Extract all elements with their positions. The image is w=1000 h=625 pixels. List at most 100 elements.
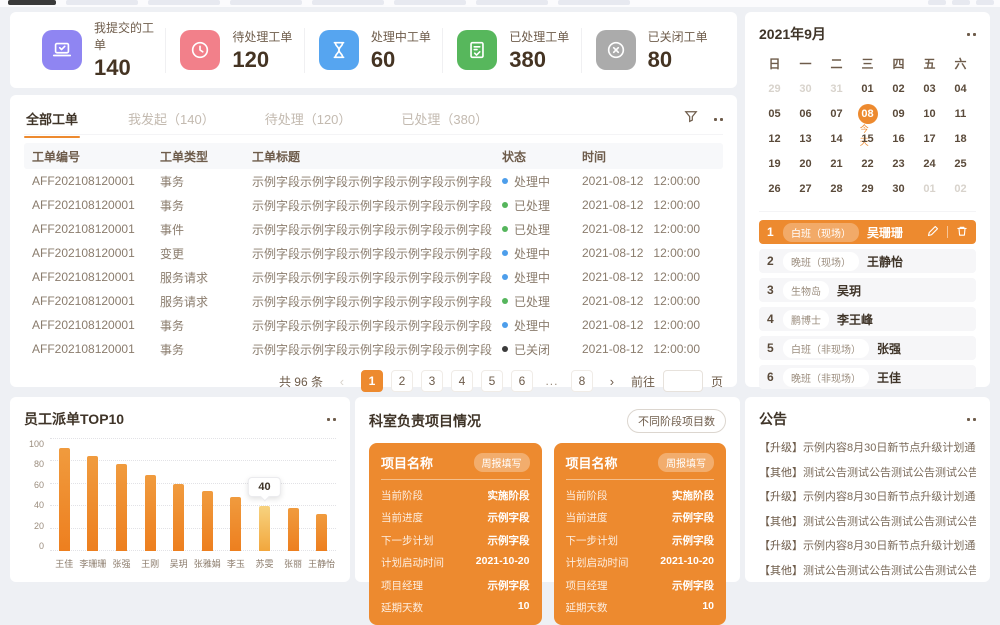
duty-row[interactable]: 1白班（现场）吴珊珊	[759, 220, 976, 244]
project-card[interactable]: 项目名称周报填写当前阶段实施阶段当前进度示例字段下一步计划示例字段计划启动时间2…	[554, 443, 727, 625]
calendar-day[interactable]: 03	[914, 76, 945, 101]
announcement-item[interactable]: 【升级】示例内容8月30日新节点升级计划通知	[759, 435, 976, 460]
tab-我发起（140）[interactable]: 我发起（140）	[126, 103, 217, 137]
weekly-report-badge[interactable]: 周报填写	[474, 453, 530, 472]
page-button-2[interactable]: 2	[391, 370, 413, 392]
next-page-button[interactable]: ›	[601, 370, 623, 392]
duty-row[interactable]: 2晚班（现场）王静怡	[759, 249, 976, 273]
calendar-day[interactable]: 29	[852, 176, 883, 201]
filter-icon[interactable]	[684, 110, 698, 129]
browser-tab[interactable]	[476, 0, 548, 5]
tab-全部工单[interactable]: 全部工单	[24, 103, 80, 137]
calendar-day[interactable]: 10	[914, 101, 945, 126]
browser-tab[interactable]	[558, 0, 630, 5]
table-row[interactable]: AFF202108120001变更示例字段示例字段示例字段示例字段示例字段处理中…	[24, 241, 723, 265]
stage-count-button[interactable]: 不同阶段项目数	[627, 409, 726, 433]
browser-window-controls[interactable]	[928, 0, 994, 5]
page-button-5[interactable]: 5	[481, 370, 503, 392]
page-button-4[interactable]: 4	[451, 370, 473, 392]
bar-group[interactable]	[50, 439, 79, 551]
announcement-item[interactable]: 【升级】示例内容8月30日新节点升级计划通知	[759, 533, 976, 558]
announcement-item[interactable]: 【其他】测试公告测试公告测试公告测试公告测试公告	[759, 558, 976, 583]
page-button-3[interactable]: 3	[421, 370, 443, 392]
announcement-item[interactable]: 【升级】示例内容8月30日新节点升级计划通知	[759, 484, 976, 509]
table-row[interactable]: AFF202108120001事务示例字段示例字段示例字段示例字段示例字段已处理…	[24, 193, 723, 217]
table-row[interactable]: AFF202108120001事务示例字段示例字段示例字段示例字段示例字段处理中…	[24, 313, 723, 337]
bar-group[interactable]	[279, 439, 308, 551]
calendar-day[interactable]: 25	[945, 151, 976, 176]
calendar-day[interactable]: 07	[821, 101, 852, 126]
duty-row[interactable]: 6晚班（非现场）王佳	[759, 365, 976, 389]
weekly-report-badge[interactable]: 周报填写	[658, 453, 714, 472]
calendar-day[interactable]: 30	[790, 76, 821, 101]
table-row[interactable]: AFF202108120001服务请求示例字段示例字段示例字段示例字段示例字段处…	[24, 265, 723, 289]
duty-row[interactable]: 5白班（非现场）张强	[759, 336, 976, 360]
calendar-day[interactable]: 18	[945, 126, 976, 151]
browser-tab[interactable]	[230, 0, 302, 5]
browser-tab[interactable]	[394, 0, 466, 5]
calendar-day[interactable]: 14	[821, 126, 852, 151]
bar-group[interactable]: 40	[250, 439, 279, 551]
calendar-day[interactable]: 17	[914, 126, 945, 151]
calendar-day[interactable]: 23	[883, 151, 914, 176]
more-icon[interactable]	[967, 33, 976, 36]
table-row[interactable]: AFF202108120001服务请求示例字段示例字段示例字段示例字段示例字段已…	[24, 289, 723, 313]
calendar-day[interactable]: 12	[759, 126, 790, 151]
calendar-day[interactable]: 20	[790, 151, 821, 176]
goto-page-input[interactable]	[663, 370, 703, 392]
tab-待处理（120）[interactable]: 待处理（120）	[263, 103, 354, 137]
duty-row[interactable]: 4鹏博士李王峰	[759, 307, 976, 331]
duty-row[interactable]: 3生物岛吴玥	[759, 278, 976, 302]
calendar-day[interactable]: 01	[914, 176, 945, 201]
calendar-day[interactable]: 27	[790, 176, 821, 201]
bar-group[interactable]	[164, 439, 193, 551]
calendar-day[interactable]: 19	[759, 151, 790, 176]
page-button-1[interactable]: 1	[361, 370, 383, 392]
page-button-6[interactable]: 6	[511, 370, 533, 392]
calendar-day[interactable]: 22	[852, 151, 883, 176]
bar-group[interactable]	[193, 439, 222, 551]
tab-已处理（380）[interactable]: 已处理（380）	[399, 103, 490, 137]
calendar-day[interactable]: 06	[790, 101, 821, 126]
more-icon[interactable]	[967, 418, 976, 421]
calendar-day[interactable]: 04	[945, 76, 976, 101]
calendar-day[interactable]: 01	[852, 76, 883, 101]
prev-page-button[interactable]: ‹	[331, 370, 353, 392]
browser-tab[interactable]	[312, 0, 384, 5]
calendar-day[interactable]: 30	[883, 176, 914, 201]
bar-group[interactable]	[307, 439, 336, 551]
edit-icon[interactable]	[927, 225, 939, 240]
calendar-day[interactable]: 13	[790, 126, 821, 151]
calendar-day[interactable]: 02	[945, 176, 976, 201]
calendar-day[interactable]: 05	[759, 101, 790, 126]
browser-tab-active[interactable]	[8, 0, 56, 5]
more-icon[interactable]	[327, 418, 336, 421]
announcement-item[interactable]: 【其他】测试公告测试公告测试公告测试公告测试公告	[759, 460, 976, 485]
calendar-day[interactable]: 11	[945, 101, 976, 126]
calendar-day[interactable]: 15	[852, 126, 883, 151]
bar-group[interactable]	[107, 439, 136, 551]
calendar-day[interactable]: 08今天	[852, 101, 883, 126]
calendar-day[interactable]: 02	[883, 76, 914, 101]
announcement-item[interactable]: 【其他】测试公告测试公告测试公告测试公告测试公告	[759, 509, 976, 534]
page-button-8[interactable]: 8	[571, 370, 593, 392]
table-row[interactable]: AFF202108120001事务示例字段示例字段示例字段示例字段示例字段已关闭…	[24, 337, 723, 361]
calendar-day[interactable]: 24	[914, 151, 945, 176]
browser-tab[interactable]	[148, 0, 220, 5]
trash-icon[interactable]	[956, 225, 968, 240]
bar-group[interactable]	[79, 439, 108, 551]
calendar-day[interactable]: 21	[821, 151, 852, 176]
calendar-day[interactable]: 29	[759, 76, 790, 101]
calendar-day[interactable]: 16	[883, 126, 914, 151]
bar-group[interactable]	[136, 439, 165, 551]
calendar-day[interactable]: 26	[759, 176, 790, 201]
calendar-day[interactable]: 28	[821, 176, 852, 201]
browser-tab[interactable]	[66, 0, 138, 5]
more-icon[interactable]	[714, 118, 723, 121]
table-row[interactable]: AFF202108120001事件示例字段示例字段示例字段示例字段示例字段已处理…	[24, 217, 723, 241]
calendar-day[interactable]: 31	[821, 76, 852, 101]
bar-group[interactable]	[222, 439, 251, 551]
calendar-day[interactable]: 09	[883, 101, 914, 126]
project-card[interactable]: 项目名称周报填写当前阶段实施阶段当前进度示例字段下一步计划示例字段计划启动时间2…	[369, 443, 542, 625]
table-row[interactable]: AFF202108120001事务示例字段示例字段示例字段示例字段示例字段处理中…	[24, 169, 723, 193]
